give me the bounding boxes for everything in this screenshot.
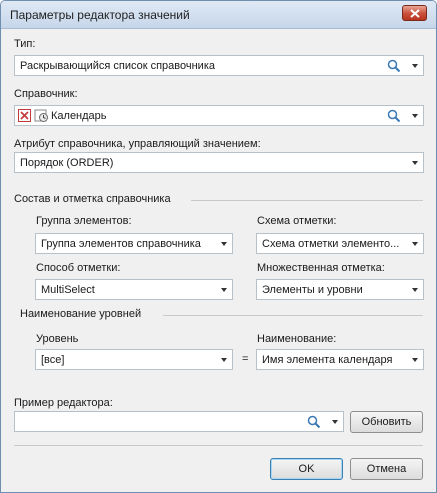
cancel-button[interactable]: Отмена (350, 458, 423, 480)
name-select[interactable]: Имя элемента календаря (256, 349, 424, 370)
attribute-label: Атрибут справочника, управляющий значени… (14, 138, 261, 150)
composition-header: Состав и отметка справочника (14, 193, 171, 205)
type-label: Тип: (14, 38, 36, 50)
refresh-button[interactable]: Обновить (350, 411, 423, 433)
chevron-down-icon[interactable] (221, 358, 227, 362)
chevron-down-icon[interactable] (412, 288, 418, 292)
calendar-icon (34, 109, 48, 122)
attribute-value: Порядок (ORDER) (20, 157, 114, 169)
section-divider (191, 200, 423, 201)
scheme-label: Схема отметки: (257, 215, 337, 227)
search-icon[interactable] (307, 415, 321, 429)
attribute-select[interactable]: Порядок (ORDER) (14, 152, 424, 173)
window-title: Параметры редактора значений (10, 8, 190, 22)
example-label: Пример редактора: (14, 397, 113, 409)
chevron-down-icon[interactable] (412, 64, 418, 68)
title-bar: Параметры редактора значений (1, 1, 436, 29)
scheme-value: Схема отметки элементо... (262, 238, 400, 250)
search-icon[interactable] (387, 59, 401, 73)
type-combobox[interactable]: Раскрывающийся список справочника (14, 55, 424, 76)
example-combobox[interactable] (14, 411, 344, 432)
name-value: Имя элемента календаря (262, 354, 393, 366)
group-label: Группа элементов: (36, 215, 132, 227)
reference-combobox[interactable]: Календарь (14, 105, 424, 126)
section-divider (163, 315, 423, 316)
method-label: Способ отметки: (36, 262, 121, 274)
chevron-down-icon[interactable] (221, 288, 227, 292)
multi-select[interactable]: Элементы и уровни (256, 279, 424, 300)
dialog-window: Параметры редактора значений Тип: Раскры… (0, 0, 437, 493)
chevron-down-icon[interactable] (412, 161, 418, 165)
delete-icon[interactable] (18, 109, 31, 122)
chevron-down-icon[interactable] (412, 242, 418, 246)
chevron-down-icon[interactable] (412, 114, 418, 118)
close-icon (410, 9, 420, 18)
multi-label: Множественная отметка: (257, 262, 385, 274)
method-select[interactable]: MultiSelect (35, 279, 233, 300)
equals-sign: = (242, 353, 249, 365)
reference-label: Справочник: (14, 88, 78, 100)
method-value: MultiSelect (41, 284, 95, 296)
ok-button[interactable]: OK (270, 458, 343, 480)
level-value: [все] (41, 354, 65, 366)
close-button[interactable] (402, 5, 427, 21)
name-label: Наименование: (257, 333, 337, 345)
group-select[interactable]: Группа элементов справочника (35, 233, 233, 254)
levels-header: Наименование уровней (20, 308, 142, 320)
group-value: Группа элементов справочника (41, 238, 201, 250)
footer-divider (14, 445, 423, 446)
chevron-down-icon[interactable] (332, 420, 338, 424)
level-label: Уровень (36, 333, 79, 345)
search-icon[interactable] (387, 109, 401, 123)
chevron-down-icon[interactable] (221, 242, 227, 246)
chevron-down-icon[interactable] (412, 358, 418, 362)
type-value: Раскрывающийся список справочника (20, 60, 215, 72)
multi-value: Элементы и уровни (262, 284, 363, 296)
level-select[interactable]: [все] (35, 349, 233, 370)
scheme-select[interactable]: Схема отметки элементо... (256, 233, 424, 254)
reference-value: Календарь (51, 110, 107, 122)
